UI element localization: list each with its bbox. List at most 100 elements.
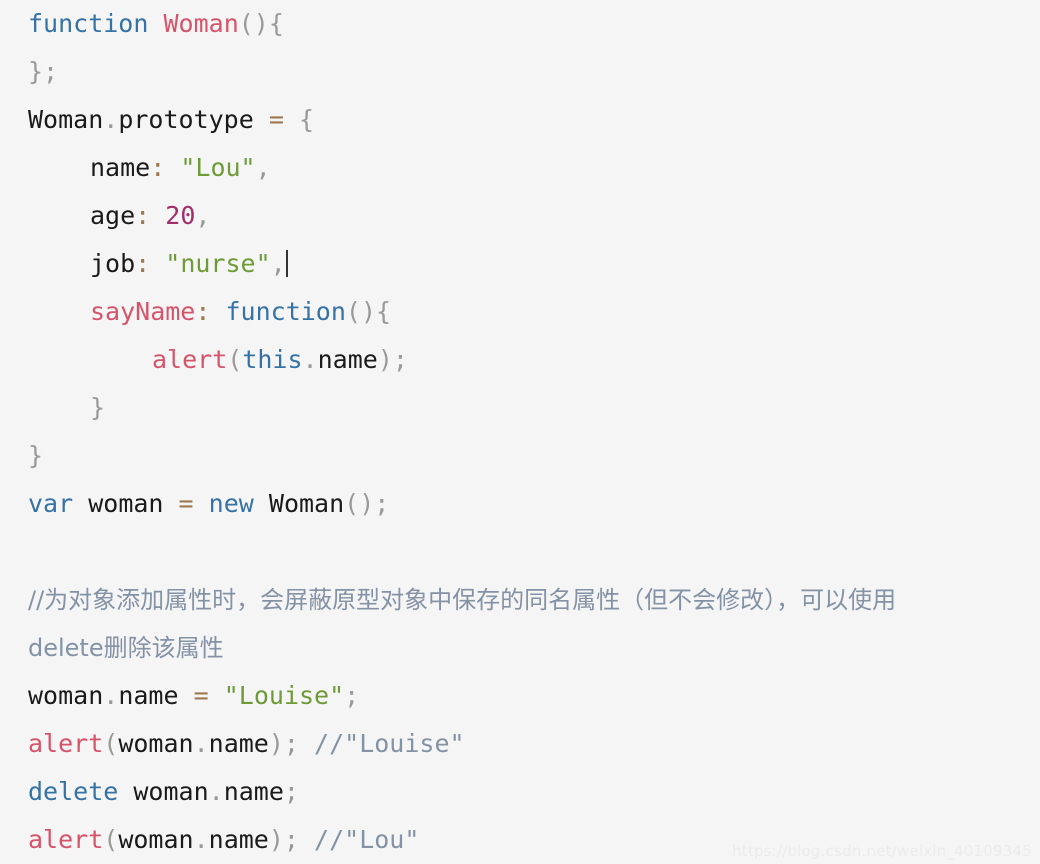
token-comment: delete删除该属性 (28, 634, 224, 662)
token-punctuation: (){ (345, 297, 392, 326)
code-line[interactable]: age: 20, (0, 192, 1040, 240)
token-identifier: Woman (268, 489, 345, 518)
token-keyword: function (28, 9, 149, 38)
token-punctuation: { (298, 105, 315, 134)
token-punctuation: . (193, 729, 209, 758)
token-identifier: woman (88, 489, 164, 518)
token-operator: : (150, 153, 166, 182)
token-punctuation: , (195, 201, 211, 230)
token-punctuation: } (28, 441, 44, 470)
token-function_name: alert (28, 825, 104, 854)
token-punctuation: ); (268, 825, 299, 854)
token-punctuation: ); (268, 729, 299, 758)
code-line[interactable]: //为对象添加属性时，会屏蔽原型对象中保存的同名属性（但不会修改），可以使用 (0, 576, 1040, 624)
token-punctuation: }; (28, 57, 59, 86)
code-line[interactable]: woman.name = "Louise"; (0, 672, 1040, 720)
token-operator: : (135, 249, 151, 278)
token-identifier: name (208, 825, 269, 854)
token-identifier: woman (28, 681, 104, 710)
code-line[interactable]: Woman.prototype = { (0, 96, 1040, 144)
code-line[interactable]: delete删除该属性 (0, 624, 1040, 672)
token-identifier: name (90, 153, 151, 182)
token-keyword: new (208, 489, 254, 518)
code-line-blank[interactable] (0, 528, 1040, 576)
code-line[interactable]: alert(this.name); (0, 336, 1040, 384)
token-punctuation: ( (103, 729, 119, 758)
code-line[interactable]: sayName: function(){ (0, 288, 1040, 336)
token-operator: : (135, 201, 151, 230)
token-punctuation: . (193, 825, 209, 854)
code-line[interactable]: } (0, 384, 1040, 432)
token-string: "Louise" (223, 681, 345, 710)
token-function_name: Woman (163, 9, 239, 38)
token-string: "Lou" (180, 153, 256, 182)
token-function_name: alert (28, 729, 104, 758)
code-line[interactable]: } (0, 432, 1040, 480)
token-identifier: woman (118, 729, 194, 758)
code-line[interactable]: alert(woman.name); //"Louise" (0, 720, 1040, 768)
token-identifier: job (90, 249, 136, 278)
token-keyword: var (28, 489, 74, 518)
code-line[interactable]: }; (0, 48, 1040, 96)
token-operator: = (193, 681, 209, 710)
token-punctuation: ; (344, 681, 360, 710)
code-line[interactable]: var woman = new Woman(); (0, 480, 1040, 528)
token-keyword: delete (28, 777, 119, 806)
token-identifier: woman (133, 777, 209, 806)
token-punctuation: ); (377, 345, 408, 374)
token-keyword: function (225, 297, 346, 326)
token-identifier: name (317, 345, 378, 374)
token-identifier: prototype (118, 105, 254, 134)
text-caret (285, 250, 288, 277)
token-punctuation: } (90, 393, 106, 422)
token-comment: //"Lou" (314, 825, 420, 854)
token-operator: : (195, 297, 211, 326)
token-function_name: sayName (90, 297, 196, 326)
token-keyword: this (242, 345, 303, 374)
token-string: "nurse" (165, 249, 271, 278)
token-operator: = (178, 489, 194, 518)
token-identifier: woman (118, 825, 194, 854)
token-function_name: alert (152, 345, 228, 374)
code-line[interactable]: name: "Lou", (0, 144, 1040, 192)
token-identifier: age (90, 201, 136, 230)
token-identifier: Woman (28, 105, 104, 134)
token-operator: = (268, 105, 284, 134)
token-punctuation: ; (283, 777, 299, 806)
token-identifier: name (223, 777, 284, 806)
token-comment: //"Louise" (314, 729, 465, 758)
token-comment: //为对象添加属性时，会屏蔽原型对象中保存的同名属性（但不会修改），可以使用 (28, 586, 897, 614)
token-identifier: name (118, 681, 179, 710)
watermark-url: https://blog.csdn.net/weixin_40109345 (732, 842, 1032, 860)
token-punctuation: ( (227, 345, 243, 374)
token-punctuation: . (302, 345, 318, 374)
token-punctuation: (){ (238, 9, 284, 38)
code-line[interactable]: function Woman(){ (0, 0, 1040, 48)
code-line[interactable]: job: "nurse", (0, 240, 1040, 288)
token-punctuation: , (270, 249, 286, 278)
token-punctuation: , (255, 153, 271, 182)
token-identifier: name (208, 729, 269, 758)
token-punctuation: (); (344, 489, 390, 518)
token-number: 20 (165, 201, 196, 230)
code-editor-area[interactable]: function Woman(){}; Woman.prototype = {na… (0, 0, 1040, 864)
token-punctuation: . (103, 105, 119, 134)
token-punctuation: . (103, 681, 119, 710)
code-line[interactable]: delete woman.name; (0, 768, 1040, 816)
